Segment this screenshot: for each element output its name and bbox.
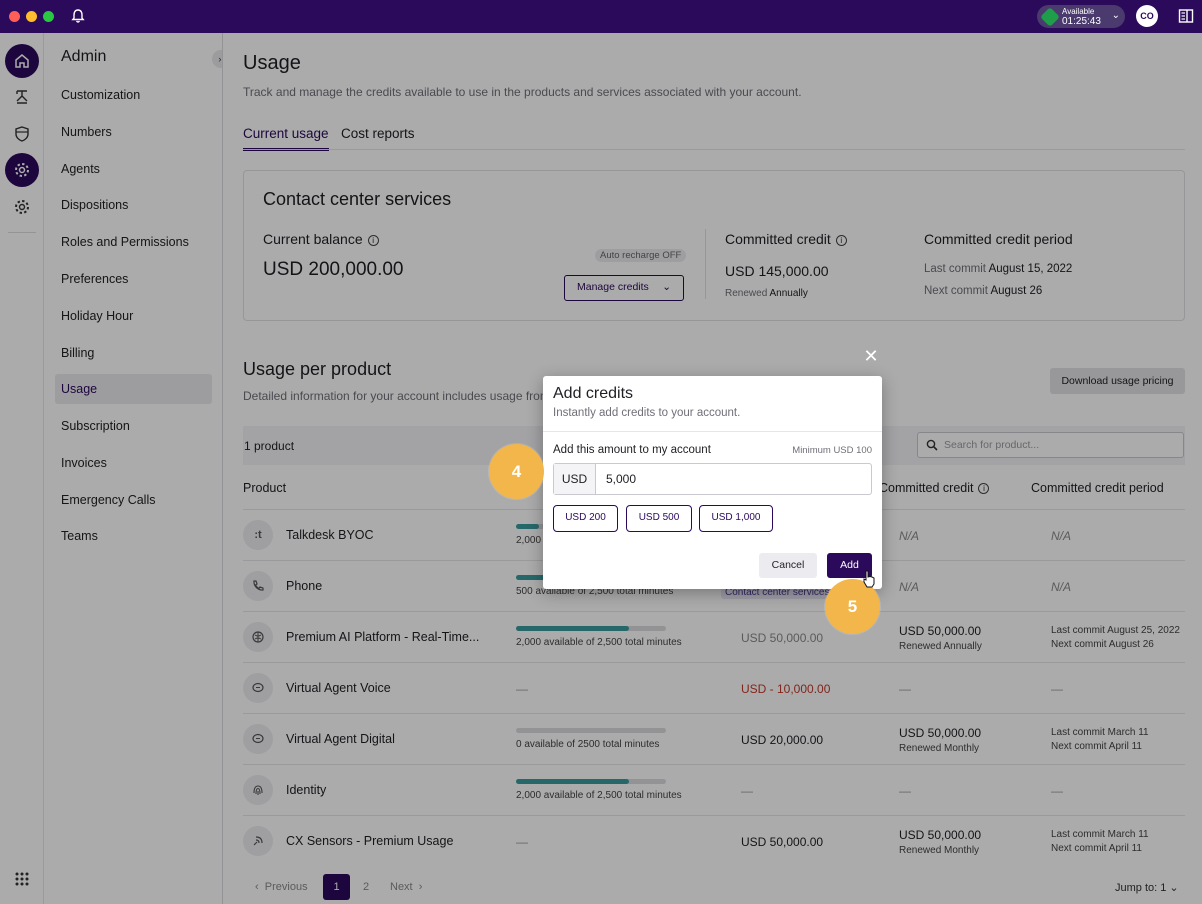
amount-label: Add this amount to my account <box>553 444 711 456</box>
preset-500-button[interactable]: USD 500 <box>626 505 692 532</box>
minimize-window-dot[interactable] <box>26 11 37 22</box>
dialog-subtitle: Instantly add credits to your account. <box>553 407 741 419</box>
status-timer: 01:25:43 <box>1062 16 1101 27</box>
cancel-button[interactable]: Cancel <box>759 553 817 578</box>
title-bar: Available 01:25:43 ⌄ CO <box>0 0 1202 33</box>
close-window-dot[interactable] <box>9 11 20 22</box>
currency-prefix: USD <box>554 464 596 494</box>
maximize-window-dot[interactable] <box>43 11 54 22</box>
minimum-hint: Minimum USD 100 <box>792 445 872 456</box>
preset-1000-button[interactable]: USD 1,000 <box>699 505 773 532</box>
amount-field[interactable]: USD 5,000 <box>553 463 872 495</box>
amount-input[interactable]: 5,000 <box>596 464 871 494</box>
chevron-down-icon: ⌄ <box>1111 10 1120 21</box>
pointer-cursor-icon <box>863 570 875 588</box>
side-panel-icon[interactable] <box>1178 8 1194 24</box>
dialog-divider <box>543 431 882 432</box>
step-4-marker: 4 <box>489 444 544 499</box>
add-credits-dialog: Add credits Instantly add credits to you… <box>543 376 882 589</box>
status-label: Available <box>1062 7 1095 16</box>
bell-icon[interactable] <box>70 8 86 24</box>
avatar[interactable]: CO <box>1136 5 1158 27</box>
close-icon[interactable]: ✕ <box>863 347 879 365</box>
status-available-icon <box>1040 7 1060 27</box>
preset-200-button[interactable]: USD 200 <box>553 505 618 532</box>
dialog-title: Add credits <box>553 385 634 402</box>
agent-status-dropdown[interactable]: Available 01:25:43 ⌄ <box>1037 5 1125 28</box>
